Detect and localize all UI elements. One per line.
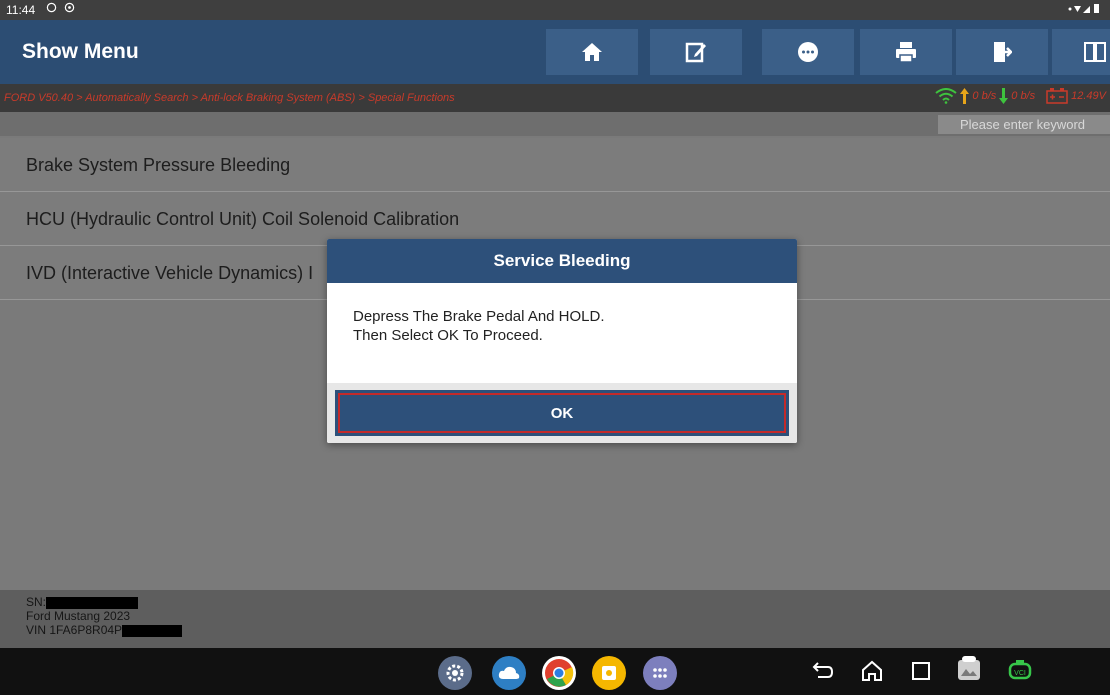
serial-number-line: SN: xyxy=(26,595,1110,609)
exit-button[interactable] xyxy=(956,29,1048,75)
serial-number-label: SN: xyxy=(26,595,47,609)
list-item[interactable]: Brake System Pressure Bleeding xyxy=(0,138,1110,192)
upload-arrow-icon xyxy=(960,88,970,104)
gallery-icon[interactable] xyxy=(955,654,983,684)
voltage-readout: 12.49V xyxy=(1071,90,1106,102)
settings-app-icon[interactable] xyxy=(438,656,472,690)
cloud-app-icon[interactable] xyxy=(492,656,526,690)
chat-icon xyxy=(798,42,818,62)
dialog-title: Service Bleeding xyxy=(327,239,797,283)
home-icon xyxy=(582,43,602,61)
download-rate: 0 b/s xyxy=(1011,90,1036,102)
back-icon[interactable] xyxy=(810,659,834,683)
battery-voltage-icon xyxy=(1046,88,1068,104)
service-bleeding-dialog: Service Bleeding Depress The Brake Pedal… xyxy=(327,239,797,443)
chat-button[interactable] xyxy=(762,29,854,75)
dialog-message-line-2: Then Select OK To Proceed. xyxy=(353,327,543,344)
vin-label: VIN 1FA6P8R04P xyxy=(26,623,123,637)
wifi-signal-icon xyxy=(1068,4,1099,13)
whatsapp-icon xyxy=(46,2,57,13)
system-icons xyxy=(1068,2,1102,18)
search-bar: Please enter keyword xyxy=(0,112,1110,136)
notification-icons xyxy=(46,2,75,16)
recent-apps-icon[interactable] xyxy=(909,659,933,683)
vehicle-info-footer: SN: Ford Mustang 2023 VIN 1FA6P8R04P xyxy=(0,590,1110,648)
settings-notification-icon xyxy=(65,2,75,13)
app-header: Show Menu xyxy=(0,20,1110,84)
redacted-vin xyxy=(122,624,183,637)
ok-button[interactable]: OK xyxy=(335,390,789,436)
print-button[interactable] xyxy=(860,29,952,75)
vci-connection-icon[interactable]: VCI xyxy=(1007,659,1033,683)
upload-rate: 0 b/s xyxy=(972,90,997,102)
breadcrumb: FORD V50.40 > Automatically Search > Ant… xyxy=(4,92,455,104)
status-time: 11:44 xyxy=(6,3,36,17)
split-screen-icon xyxy=(1084,42,1106,62)
wifi-icon xyxy=(935,88,958,104)
vehicle-model: Ford Mustang 2023 xyxy=(26,609,131,623)
search-input[interactable]: Please enter keyword xyxy=(938,115,1110,134)
redacted-serial xyxy=(46,596,139,609)
connection-status: 0 b/s 0 b/s 12.49V xyxy=(935,88,1106,104)
exit-icon xyxy=(994,42,1012,62)
print-icon xyxy=(896,42,916,63)
dialog-message: Depress The Brake Pedal And HOLD. Then S… xyxy=(327,283,797,383)
page-title: Show Menu xyxy=(22,40,139,63)
dialog-footer: OK xyxy=(327,383,797,443)
svg-text:VCI: VCI xyxy=(1014,670,1026,677)
android-nav-bar: VCI xyxy=(0,648,1110,695)
download-arrow-icon xyxy=(999,88,1009,104)
notes-app-icon[interactable] xyxy=(592,656,626,690)
breadcrumb-bar: FORD V50.40 > Automatically Search > Ant… xyxy=(0,84,1110,112)
home-button[interactable] xyxy=(546,29,638,75)
status-bar: 11:44 xyxy=(0,0,1110,20)
vin-line: VIN 1FA6P8R04P xyxy=(26,623,1110,637)
dialog-message-line-1: Depress The Brake Pedal And HOLD. xyxy=(353,308,605,325)
home-nav-icon[interactable] xyxy=(860,659,884,683)
chrome-app-icon[interactable] xyxy=(542,656,576,690)
edit-report-button[interactable] xyxy=(650,29,742,75)
app-drawer-icon[interactable] xyxy=(643,656,677,690)
edit-icon xyxy=(685,42,706,63)
split-view-button[interactable] xyxy=(1052,29,1110,75)
list-item[interactable]: HCU (Hydraulic Control Unit) Coil Soleno… xyxy=(0,192,1110,246)
